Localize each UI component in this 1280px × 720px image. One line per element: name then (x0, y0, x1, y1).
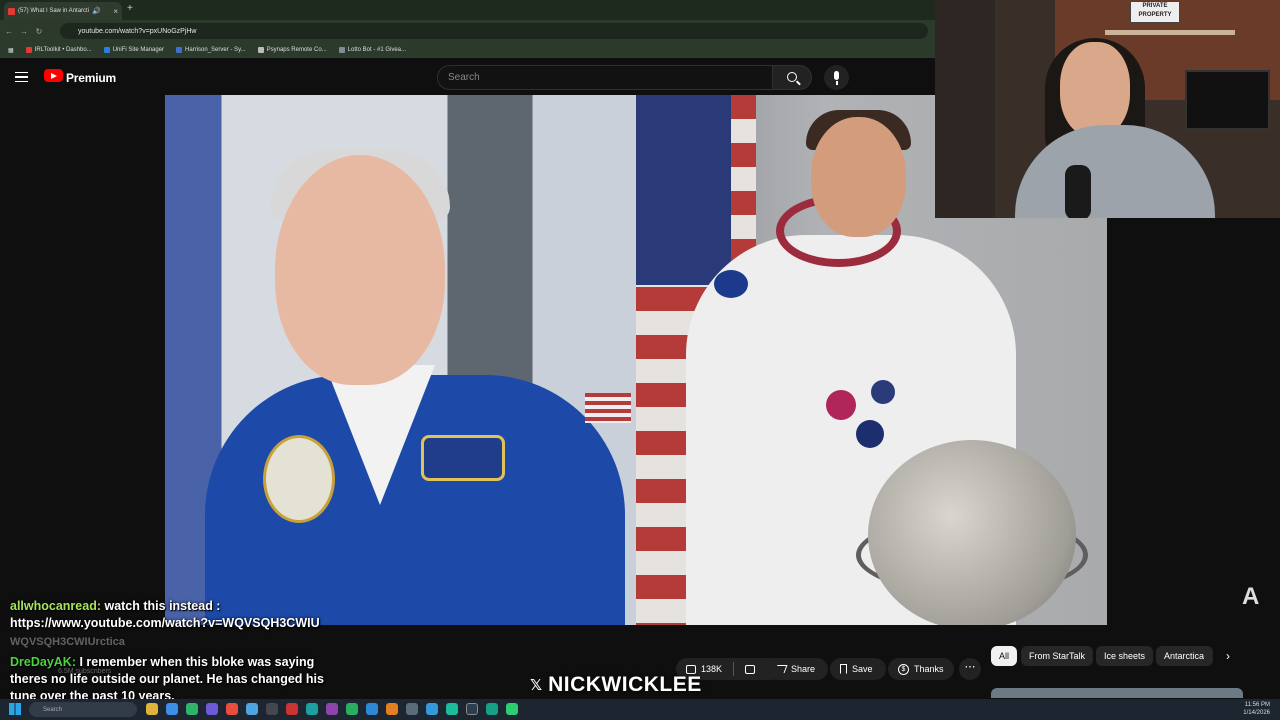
close-tab-icon[interactable]: × (113, 7, 118, 16)
chat-username: allwhocanread: (10, 599, 101, 613)
app-icon[interactable] (386, 703, 398, 715)
logo-text[interactable]: Premium (66, 71, 116, 85)
thanks-button[interactable]: $ Thanks (888, 658, 954, 680)
chip-all[interactable]: All (991, 646, 1018, 666)
url-text: youtube.com/watch?v=pxUNoGzPjHw (78, 27, 197, 35)
chip-antarctica[interactable]: Antarctica (1156, 646, 1213, 666)
app-icon[interactable] (306, 703, 318, 715)
chrome-icon[interactable] (226, 703, 238, 715)
nasa-logo-icon (714, 270, 748, 298)
speaker-icon[interactable]: 🔊 (92, 7, 101, 15)
browser-nav-bar: ← → ↻ youtube.com/watch?v=pxUNoGzPjHw (0, 20, 935, 42)
app-icon[interactable] (486, 703, 498, 715)
bookmark-item[interactable]: Psynaps Remote Co... (257, 47, 327, 53)
youtube-favicon-icon (8, 7, 15, 15)
windows-taskbar: Search 11:56 PM 1/14/2026 (0, 699, 1280, 720)
obs-icon[interactable] (286, 703, 298, 715)
taskbar-clock[interactable]: 11:56 PM 1/14/2026 (1243, 701, 1270, 717)
edge-icon[interactable] (166, 703, 178, 715)
streamer-handle: NICKWICKLEE (548, 673, 702, 696)
stream-chat-overlay: allwhocanread: watch this instead : http… (10, 598, 350, 705)
file-explorer-icon[interactable] (146, 703, 158, 715)
dislike-icon[interactable] (745, 664, 756, 674)
more-actions-button[interactable]: ⋯ (959, 658, 981, 680)
chip-ice-sheets[interactable]: Ice sheets (1096, 646, 1154, 666)
youtube-logo-icon[interactable] (44, 69, 63, 82)
bookmark-favicon-icon (25, 47, 32, 53)
windows-start-icon[interactable] (9, 703, 21, 715)
search-input[interactable]: Search (437, 65, 773, 90)
name-patch (421, 435, 505, 481)
app-icon[interactable] (506, 703, 518, 715)
discord-icon[interactable] (206, 703, 218, 715)
app-icon[interactable] (446, 703, 458, 715)
x-logo-icon: 𝕏 (530, 676, 543, 694)
bookmark-favicon-icon (176, 47, 183, 53)
mission-patch-icon (263, 435, 335, 523)
browser-tab-bar: (57) What I Saw in Antarcti 🔊 × + (0, 0, 935, 20)
new-tab-button[interactable]: + (127, 3, 133, 14)
streamer-name-banner: 𝕏 NICKWICKLEE (530, 673, 702, 697)
chat-message: allwhocanread: watch this instead : http… (10, 598, 350, 632)
streamer-webcam: PRIVATE PROPERTY (935, 0, 1280, 218)
youtube-header: Premium Search (0, 58, 935, 96)
bookmark-favicon-icon (257, 47, 264, 53)
search-button[interactable] (772, 65, 812, 90)
address-bar[interactable]: youtube.com/watch?v=pxUNoGzPjHw (60, 23, 928, 39)
chevron-right-icon[interactable]: › (1220, 647, 1236, 665)
bookmark-item[interactable]: IRLToolkit • Dashbo... (25, 47, 92, 53)
apps-grid-icon[interactable]: ▦ (8, 47, 14, 54)
microphone-icon (834, 71, 839, 80)
chat-message: DreDayAK: I remember when this bloke was… (10, 654, 350, 705)
flag-patch-icon (585, 393, 631, 423)
app-icon[interactable] (246, 703, 258, 715)
browser-tab[interactable]: (57) What I Saw in Antarcti 🔊 × (4, 2, 122, 20)
app-icon[interactable] (326, 703, 338, 715)
background-monitor (1185, 70, 1270, 130)
thanks-icon: $ (898, 663, 909, 675)
save-button[interactable]: Save (830, 658, 886, 680)
app-icon[interactable] (426, 703, 438, 715)
channel-watermark-icon[interactable] (1240, 583, 1264, 611)
astronaut-portrait-left (165, 95, 636, 625)
lunar-globe (868, 440, 1076, 625)
forward-icon[interactable]: → (18, 27, 30, 36)
app-icon[interactable] (366, 703, 378, 715)
bookmarks-bar: ▦ IRLToolkit • Dashbo... UniFi Site Mana… (0, 42, 935, 58)
app-icon[interactable] (346, 703, 358, 715)
reload-icon[interactable]: ↻ (33, 27, 45, 36)
search-placeholder: Search (448, 72, 480, 83)
bookmark-favicon-icon (338, 47, 345, 53)
private-property-sign: PRIVATE PROPERTY (1130, 1, 1180, 23)
hamburger-menu-icon[interactable] (15, 72, 28, 82)
app-icon[interactable] (266, 703, 278, 715)
taskbar-search-input[interactable]: Search (29, 702, 137, 717)
chip-from-startalk[interactable]: From StarTalk (1021, 646, 1094, 666)
like-count[interactable]: 138K (701, 664, 722, 674)
chat-username: DreDayAK: (10, 655, 76, 669)
share-button[interactable]: Share (766, 658, 828, 680)
share-icon (774, 665, 788, 673)
microphone (1065, 165, 1091, 218)
app-icon[interactable] (186, 703, 198, 715)
back-icon[interactable]: ← (3, 27, 15, 36)
bookmark-item[interactable]: Lotto Bot - #1 Givea... (338, 47, 406, 53)
voice-search-button[interactable] (824, 65, 849, 90)
bookmark-favicon-icon (103, 47, 110, 53)
search-icon (787, 72, 797, 82)
bookmark-item[interactable]: UniFi Site Manager (103, 47, 164, 53)
app-icon[interactable] (466, 703, 478, 715)
tab-title: (57) What I Saw in Antarcti (18, 8, 90, 14)
save-icon (840, 664, 847, 674)
app-icon[interactable] (406, 703, 418, 715)
recommended-video-thumbnail[interactable] (991, 688, 1243, 698)
bookmark-item[interactable]: Harrison_Server - Sy... (176, 47, 246, 53)
